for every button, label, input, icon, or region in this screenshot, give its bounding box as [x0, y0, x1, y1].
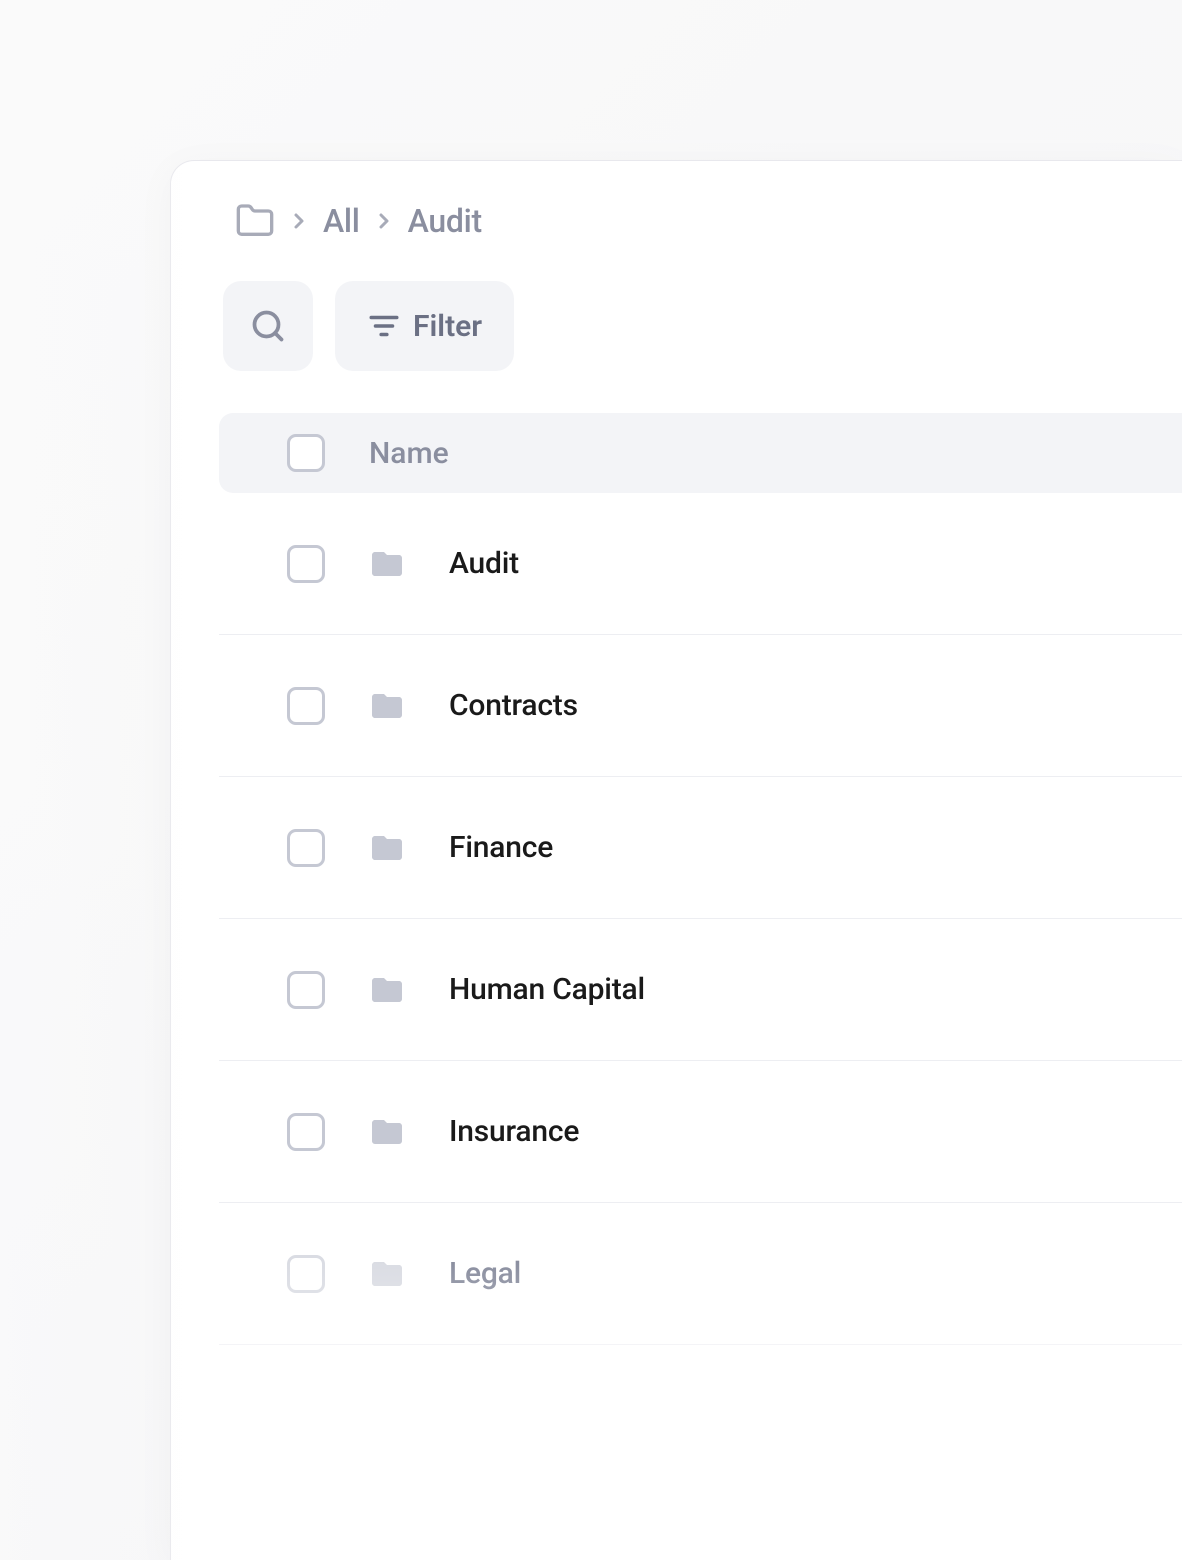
folder-icon	[369, 830, 405, 866]
row-checkbox[interactable]	[287, 545, 325, 583]
folder-name: Legal	[449, 1256, 521, 1291]
table-row[interactable]: Finance	[219, 777, 1182, 919]
folder-name: Human Capital	[449, 972, 645, 1007]
column-header-name[interactable]: Name	[369, 436, 449, 471]
folder-icon	[369, 1114, 405, 1150]
folder-outline-icon	[235, 201, 275, 241]
folder-name: Audit	[449, 546, 519, 581]
toolbar: Filter	[171, 281, 1182, 371]
row-checkbox[interactable]	[287, 829, 325, 867]
row-checkbox[interactable]	[287, 971, 325, 1009]
table-header: Name	[219, 413, 1182, 493]
select-all-checkbox[interactable]	[287, 434, 325, 472]
row-checkbox[interactable]	[287, 687, 325, 725]
search-icon	[250, 308, 286, 344]
folder-icon	[369, 688, 405, 724]
table-row[interactable]: Legal	[219, 1203, 1182, 1345]
row-checkbox[interactable]	[287, 1113, 325, 1151]
chevron-right-icon	[372, 209, 396, 233]
table-row[interactable]: Human Capital	[219, 919, 1182, 1061]
table-row[interactable]: Contracts	[219, 635, 1182, 777]
file-browser-panel: All Audit Filter Name	[170, 160, 1182, 1560]
folder-name: Contracts	[449, 688, 578, 723]
folder-icon	[369, 972, 405, 1008]
search-button[interactable]	[223, 281, 313, 371]
table-row[interactable]: Audit	[219, 493, 1182, 635]
folder-icon	[369, 1256, 405, 1292]
filter-button-label: Filter	[413, 309, 482, 344]
breadcrumb-current: Audit	[408, 202, 482, 240]
chevron-right-icon	[287, 209, 311, 233]
table-row[interactable]: Insurance	[219, 1061, 1182, 1203]
row-checkbox[interactable]	[287, 1255, 325, 1293]
filter-icon	[367, 309, 401, 343]
folder-icon	[369, 546, 405, 582]
breadcrumb-root[interactable]: All	[323, 202, 360, 240]
folder-name: Insurance	[449, 1114, 579, 1149]
filter-button[interactable]: Filter	[335, 281, 514, 371]
breadcrumb: All Audit	[171, 201, 1182, 241]
folder-name: Finance	[449, 830, 553, 865]
